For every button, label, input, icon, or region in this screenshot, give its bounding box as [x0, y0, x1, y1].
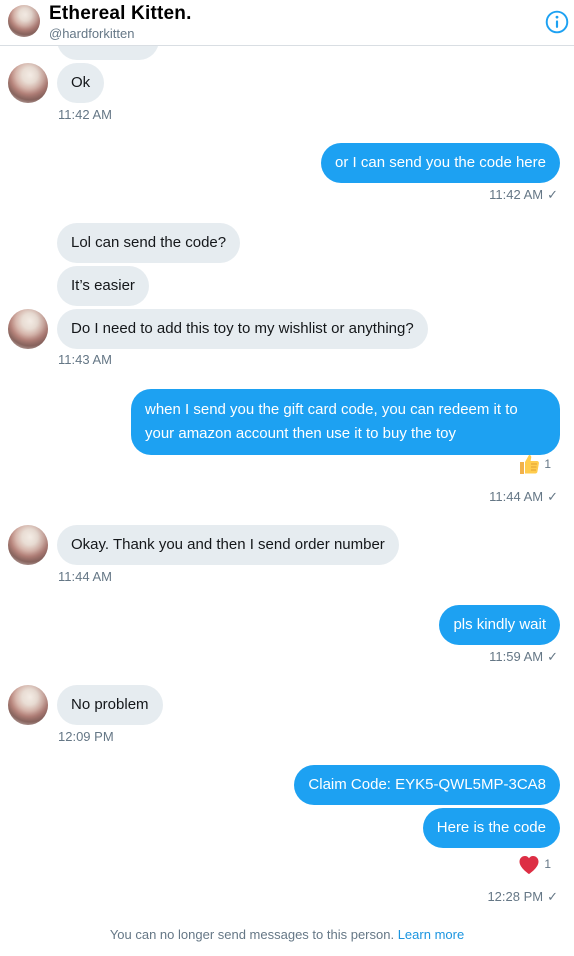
message-reaction[interactable]: 1 [517, 853, 551, 875]
read-check-icon: ✓ [547, 889, 558, 904]
message-bubble-incoming[interactable]: Okay. Thank you and then I send order nu… [57, 525, 399, 565]
sender-avatar[interactable] [8, 63, 48, 103]
message-bubble-outgoing[interactable]: Here is the code [422, 808, 560, 848]
conversation-header: Ethereal Kitten. @hardforkitten [0, 0, 574, 46]
message-bubble-outgoing[interactable]: pls kindly wait [439, 605, 560, 645]
thumbs-up-icon [520, 455, 540, 474]
message-timestamp: 11:59 AM ✓ [489, 649, 558, 664]
message-bubble-incoming[interactable]: Lol can send the code? [57, 223, 241, 263]
conversation-title[interactable]: Ethereal Kitten. [49, 3, 192, 25]
message-bubble-outgoing[interactable]: or I can send you the code here [321, 143, 560, 183]
sender-avatar[interactable] [8, 685, 48, 725]
read-check-icon: ✓ [547, 649, 558, 664]
read-check-icon: ✓ [547, 489, 558, 504]
message-timestamp: 12:09 PM [58, 729, 114, 744]
sender-avatar[interactable] [8, 525, 48, 565]
message-reaction[interactable]: 1 [517, 452, 551, 476]
message-bubble-outgoing-claim-code[interactable]: Claim Code: EYK5-QWL5MP-3CA8 [294, 765, 560, 805]
learn-more-link[interactable]: Learn more [398, 927, 464, 942]
message-bubble-incoming[interactable]: Do I need to add this toy to my wishlist… [57, 309, 428, 349]
message-timestamp: 11:42 AM [58, 107, 112, 122]
heart-icon [519, 856, 539, 874]
read-check-icon: ✓ [547, 187, 558, 202]
message-timestamp: 11:42 AM ✓ [489, 187, 558, 202]
cannot-message-notice: You can no longer send messages to this … [0, 927, 574, 942]
conversation-handle: @hardforkitten [49, 26, 135, 41]
message-timestamp: 11:44 AM ✓ [489, 489, 558, 504]
message-bubble-incoming[interactable]: It’s easier [57, 266, 149, 306]
message-bubble-outgoing[interactable]: when I send you the gift card code, you … [131, 389, 560, 455]
message-timestamp: 11:44 AM [58, 569, 112, 584]
message-bubble-incoming[interactable]: No problem [57, 685, 163, 725]
message-bubble-incoming[interactable]: Ok [57, 63, 105, 103]
header-avatar[interactable] [8, 5, 40, 37]
message-timestamp: 12:28 PM ✓ [487, 889, 558, 904]
notice-text: You can no longer send messages to this … [109, 927, 395, 942]
info-circle-icon[interactable] [544, 9, 570, 35]
sender-avatar[interactable] [8, 309, 48, 349]
message-timestamp: 11:43 AM [58, 352, 112, 367]
